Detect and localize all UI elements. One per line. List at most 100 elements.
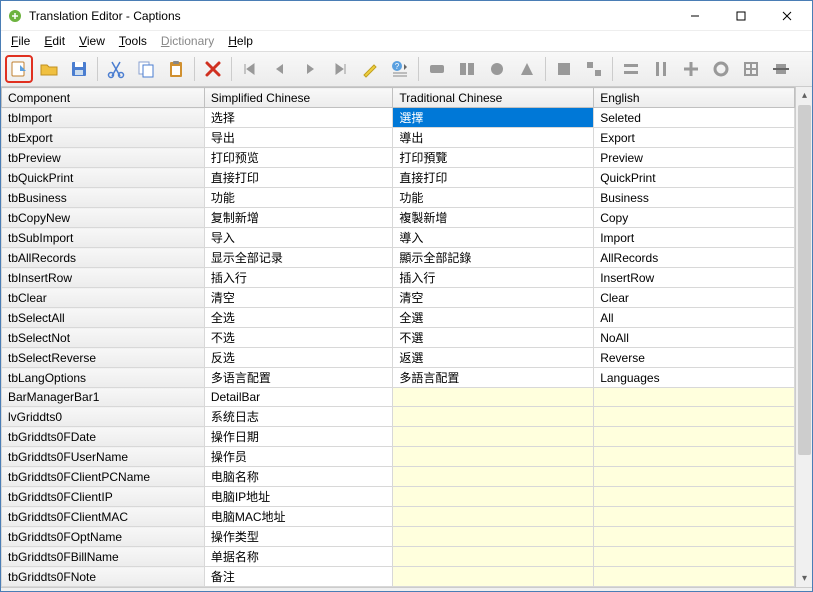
cell-english[interactable] <box>594 447 795 467</box>
cell-simplified[interactable]: 显示全部记录 <box>204 248 393 268</box>
cell-english[interactable] <box>594 567 795 587</box>
tool-e-button[interactable] <box>550 55 578 83</box>
menu-file[interactable]: File <box>5 32 36 50</box>
cell-simplified[interactable]: 操作类型 <box>204 527 393 547</box>
tool-j-button[interactable] <box>707 55 735 83</box>
cell-english[interactable] <box>594 467 795 487</box>
data-grid[interactable]: Component Simplified Chinese Traditional… <box>1 87 795 587</box>
table-row[interactable]: tbGriddts0FClientMAC电脑MAC地址 <box>2 507 795 527</box>
cell-component[interactable]: tbLangOptions <box>2 368 205 388</box>
cell-english[interactable] <box>594 388 795 407</box>
cell-simplified[interactable]: 电脑IP地址 <box>204 487 393 507</box>
cell-traditional[interactable] <box>393 447 594 467</box>
cell-english[interactable]: Copy <box>594 208 795 228</box>
cell-simplified[interactable]: 插入行 <box>204 268 393 288</box>
nav-next-button[interactable] <box>296 55 324 83</box>
cell-simplified[interactable]: 电脑MAC地址 <box>204 507 393 527</box>
cell-english[interactable]: InsertRow <box>594 268 795 288</box>
cell-traditional[interactable] <box>393 507 594 527</box>
col-english[interactable]: English <box>594 88 795 108</box>
cell-component[interactable]: tbAllRecords <box>2 248 205 268</box>
cell-english[interactable]: NoAll <box>594 328 795 348</box>
cell-traditional[interactable] <box>393 527 594 547</box>
cell-component[interactable]: tbQuickPrint <box>2 168 205 188</box>
cell-component[interactable]: tbGriddts0FBillName <box>2 547 205 567</box>
cell-component[interactable]: tbPreview <box>2 148 205 168</box>
menu-help[interactable]: Help <box>222 32 259 50</box>
cell-simplified[interactable]: DetailBar <box>204 388 393 407</box>
highlight-button[interactable] <box>356 55 384 83</box>
table-row[interactable]: tbAllRecords显示全部记录顯示全部記錄AllRecords <box>2 248 795 268</box>
delete-button[interactable] <box>199 55 227 83</box>
cell-english[interactable] <box>594 547 795 567</box>
scroll-thumb[interactable] <box>798 105 811 455</box>
table-row[interactable]: tbInsertRow插入行插入行InsertRow <box>2 268 795 288</box>
cell-english[interactable]: Import <box>594 228 795 248</box>
close-button[interactable] <box>764 2 810 30</box>
tool-b-button[interactable] <box>453 55 481 83</box>
table-row[interactable]: tbGriddts0FClientPCName电脑名称 <box>2 467 795 487</box>
cell-english[interactable]: AllRecords <box>594 248 795 268</box>
table-row[interactable]: tbSelectNot不选不選NoAll <box>2 328 795 348</box>
cell-component[interactable]: tbExport <box>2 128 205 148</box>
vertical-scrollbar[interactable]: ▴ ▾ <box>795 87 812 587</box>
cell-traditional[interactable]: 打印預覽 <box>393 148 594 168</box>
cell-component[interactable]: tbClear <box>2 288 205 308</box>
cell-simplified[interactable]: 导出 <box>204 128 393 148</box>
cell-english[interactable] <box>594 507 795 527</box>
cell-traditional[interactable] <box>393 407 594 427</box>
cell-traditional[interactable]: 清空 <box>393 288 594 308</box>
new-project-button[interactable] <box>5 55 33 83</box>
cell-english[interactable]: Clear <box>594 288 795 308</box>
cell-traditional[interactable]: 返選 <box>393 348 594 368</box>
cell-english[interactable]: All <box>594 308 795 328</box>
cell-traditional[interactable]: 多語言配置 <box>393 368 594 388</box>
tool-a-button[interactable] <box>423 55 451 83</box>
cell-simplified[interactable]: 备注 <box>204 567 393 587</box>
table-row[interactable]: tbGriddts0FClientIP电脑IP地址 <box>2 487 795 507</box>
table-row[interactable]: tbGriddts0FUserName操作员 <box>2 447 795 467</box>
tool-i-button[interactable] <box>677 55 705 83</box>
titlebar[interactable]: Translation Editor - Captions <box>1 1 812 31</box>
table-row[interactable]: tbSelectAll全选全選All <box>2 308 795 328</box>
cell-component[interactable]: tbGriddts0FUserName <box>2 447 205 467</box>
cell-component[interactable]: tbSelectAll <box>2 308 205 328</box>
cell-component[interactable]: tbGriddts0FClientIP <box>2 487 205 507</box>
cell-component[interactable]: tbInsertRow <box>2 268 205 288</box>
cell-simplified[interactable]: 导入 <box>204 228 393 248</box>
cell-english[interactable]: Business <box>594 188 795 208</box>
nav-first-button[interactable] <box>236 55 264 83</box>
cell-component[interactable]: tbSubImport <box>2 228 205 248</box>
menu-edit[interactable]: Edit <box>38 32 71 50</box>
table-row[interactable]: tbImport选择選擇Seleted <box>2 108 795 128</box>
scroll-up-arrow[interactable]: ▴ <box>796 87 812 104</box>
cell-simplified[interactable]: 打印预览 <box>204 148 393 168</box>
cell-simplified[interactable]: 电脑名称 <box>204 467 393 487</box>
table-row[interactable]: tbSubImport导入導入Import <box>2 228 795 248</box>
tool-h-button[interactable] <box>647 55 675 83</box>
cell-component[interactable]: tbGriddts0FNote <box>2 567 205 587</box>
cell-traditional[interactable]: 選擇 <box>393 108 594 128</box>
cell-traditional[interactable]: 複製新增 <box>393 208 594 228</box>
cell-simplified[interactable]: 全选 <box>204 308 393 328</box>
table-row[interactable]: tbCopyNew复制新增複製新增Copy <box>2 208 795 228</box>
col-component[interactable]: Component <box>2 88 205 108</box>
table-row[interactable]: tbQuickPrint直接打印直接打印QuickPrint <box>2 168 795 188</box>
table-row[interactable]: lvGriddts0系统日志 <box>2 407 795 427</box>
cell-traditional[interactable]: 全選 <box>393 308 594 328</box>
cell-traditional[interactable]: 功能 <box>393 188 594 208</box>
cell-simplified[interactable]: 系统日志 <box>204 407 393 427</box>
cell-simplified[interactable]: 操作员 <box>204 447 393 467</box>
table-row[interactable]: tbGriddts0FBillName单据名称 <box>2 547 795 567</box>
cell-english[interactable]: Reverse <box>594 348 795 368</box>
table-row[interactable]: tbBusiness功能功能Business <box>2 188 795 208</box>
scroll-down-arrow[interactable]: ▾ <box>796 570 812 587</box>
cell-traditional[interactable] <box>393 467 594 487</box>
cell-component[interactable]: tbImport <box>2 108 205 128</box>
cell-component[interactable]: tbSelectNot <box>2 328 205 348</box>
minimize-button[interactable] <box>672 2 718 30</box>
cell-english[interactable]: Seleted <box>594 108 795 128</box>
cell-component[interactable]: tbGriddts0FClientPCName <box>2 467 205 487</box>
menu-view[interactable]: View <box>73 32 111 50</box>
options-button[interactable]: ? <box>386 55 414 83</box>
